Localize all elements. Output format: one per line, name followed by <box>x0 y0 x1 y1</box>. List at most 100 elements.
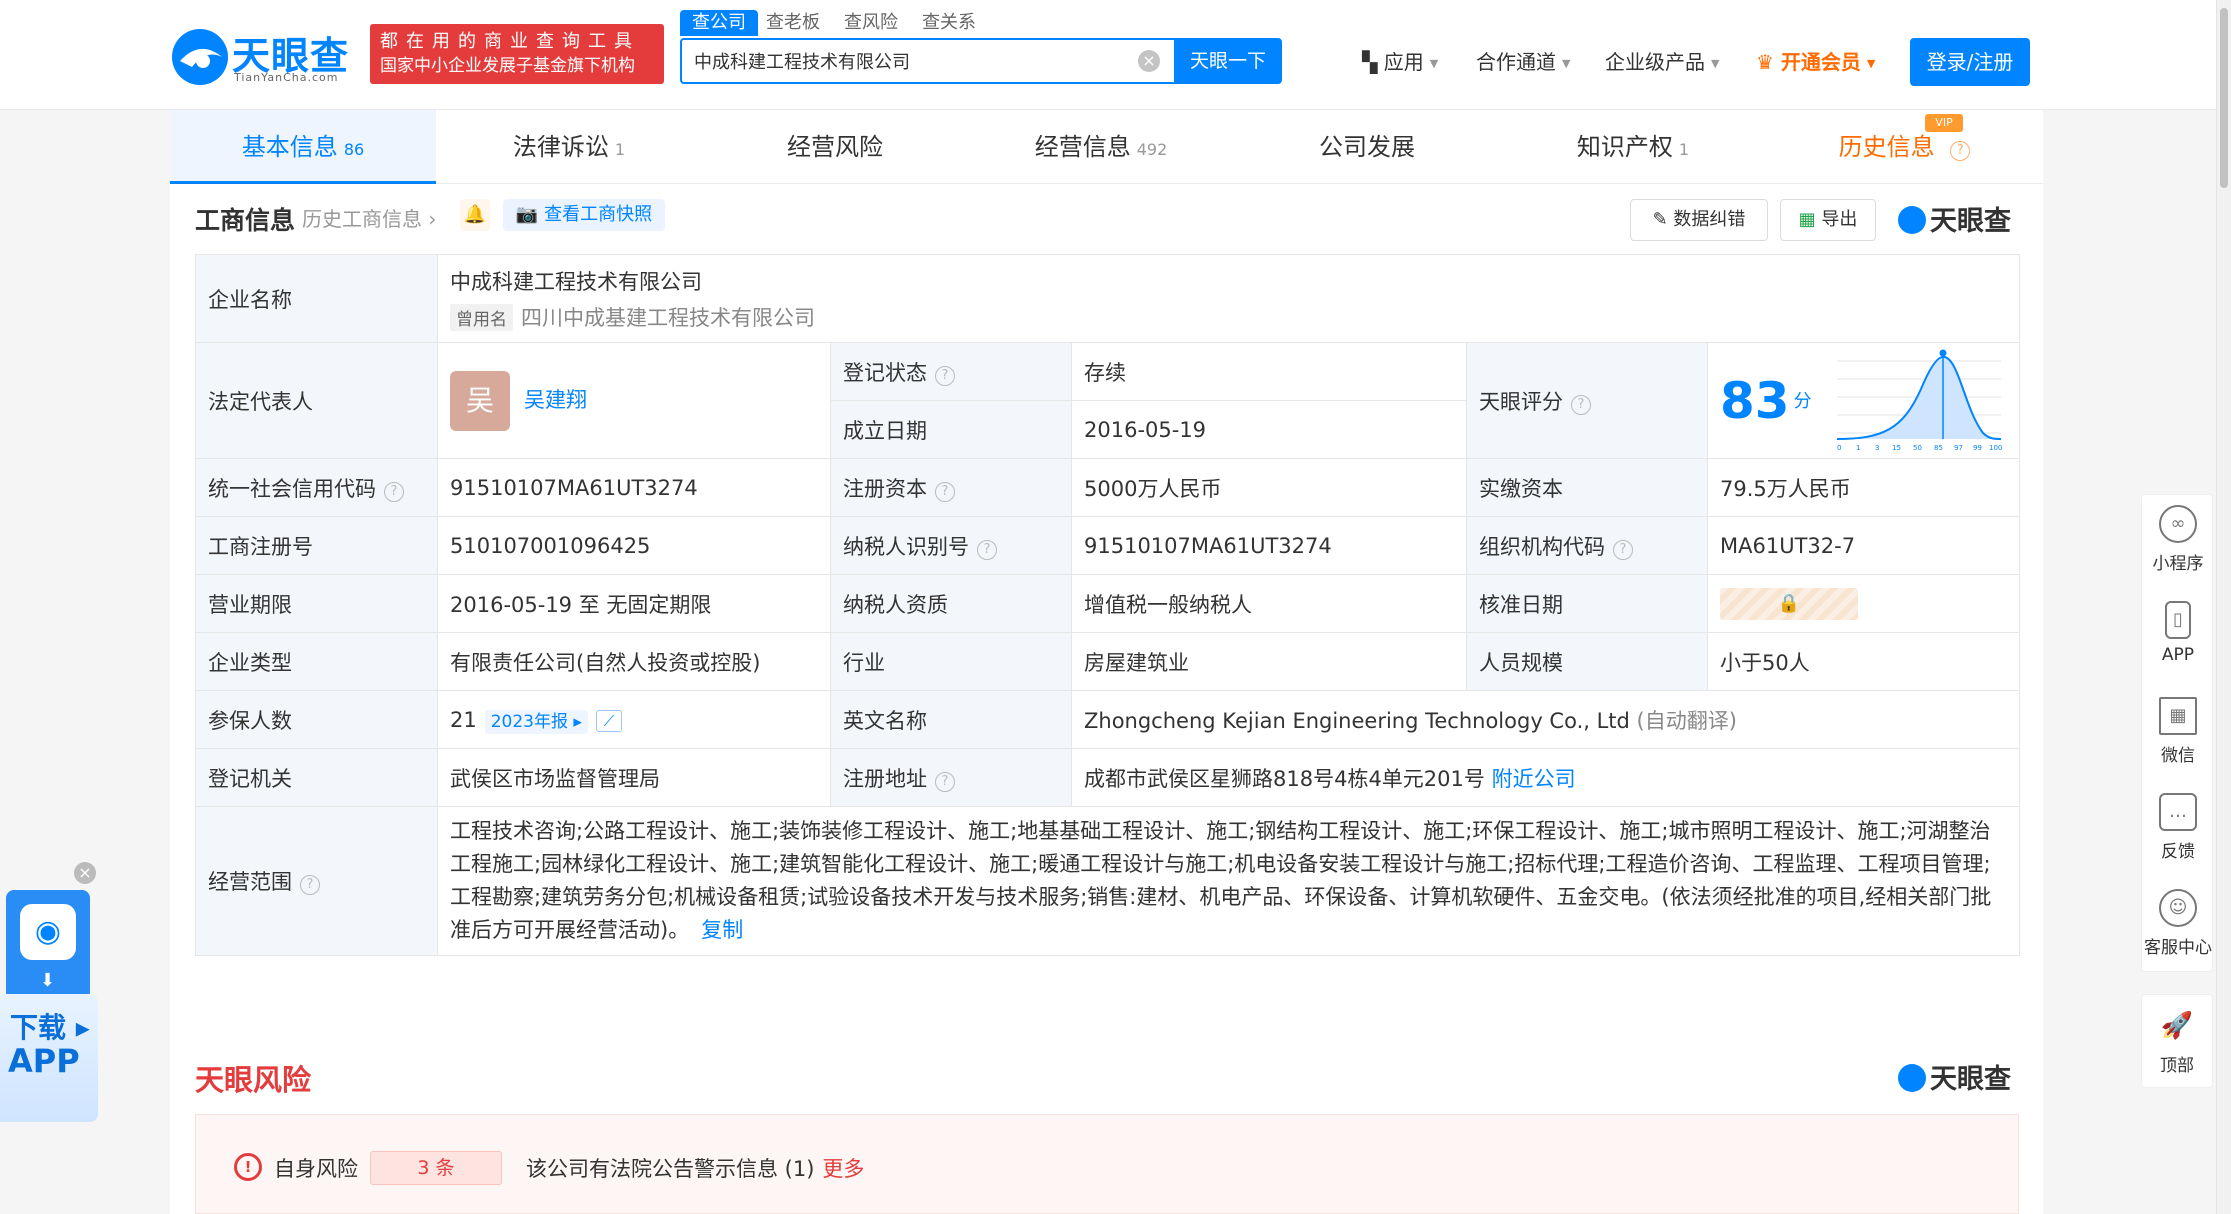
help-icon[interactable]: ? <box>935 481 955 502</box>
nav-cooperation[interactable]: 合作通道 ▼ <box>1476 46 1570 75</box>
download-app-widget[interactable]: ◉ ⬇ 下载 ▸ APP <box>0 890 98 1130</box>
sidebar-label: APP <box>2161 645 2195 665</box>
help-icon[interactable]: ? <box>935 365 955 386</box>
logo-eye-icon <box>1898 206 1926 234</box>
authority-label: 登记机关 <box>195 748 438 807</box>
back-to-top-button[interactable]: 🚀 顶部 <box>2141 994 2213 1088</box>
help-icon[interactable]: ? <box>300 875 320 895</box>
customer-service-icon: ☺ <box>2159 889 2197 927</box>
search-tab-company[interactable]: 查公司 <box>680 10 758 36</box>
history-business-link[interactable]: 历史工商信息 › <box>302 203 436 232</box>
scope-label-text: 经营范围 <box>208 870 292 894</box>
table-row: 企业类型 有限责任公司(自然人投资或控股) 行业 房屋建筑业 人员规模 小于50… <box>195 632 2020 691</box>
sidebar-item-wechat[interactable]: ▦ 微信 <box>2142 697 2214 766</box>
taxpayer-id-label-text: 纳税人识别号 <box>843 534 969 559</box>
tab-operation-info[interactable]: 经营信息 492 <box>968 110 1234 184</box>
risk-more-link[interactable]: 更多 <box>822 1157 864 1181</box>
crown-icon: ♛ <box>1756 50 1774 74</box>
feedback-icon: … <box>2159 793 2197 831</box>
legal-rep-link[interactable]: 吴建翔 <box>524 388 587 412</box>
company-type: 有限责任公司(自然人投资或控股) <box>437 632 831 691</box>
chevron-down-icon: ▼ <box>1429 57 1439 70</box>
reg-capital-label-text: 注册资本 <box>843 476 927 501</box>
snapshot-button[interactable]: 📷 查看工商快照 <box>503 199 665 231</box>
credit-code-label: 统一社会信用代码? <box>195 458 438 517</box>
trend-chart-icon[interactable]: ⟋ <box>595 710 622 732</box>
tab-label: 历史信息 <box>1838 133 1935 161</box>
search-tab-relation[interactable]: 查关系 <box>922 10 976 36</box>
search-button[interactable]: 天眼一下 <box>1174 38 1282 84</box>
lock-icon[interactable]: 🔒 <box>1720 587 1858 620</box>
sidebar-item-customer-service[interactable]: ☺ 客服中心 <box>2142 889 2214 958</box>
sidebar-item-app[interactable]: ▯ APP <box>2142 601 2214 665</box>
tab-legal[interactable]: 法律诉讼 1 <box>436 110 702 184</box>
logo[interactable]: 天眼查 TianYanCha.com <box>170 27 360 87</box>
tab-history[interactable]: 历史信息 ? <box>1766 110 2043 184</box>
nav-enterprise[interactable]: 企业级产品 ▼ <box>1605 46 1719 75</box>
credit-code-label-text: 统一社会信用代码 <box>208 476 376 501</box>
approve-date-label: 核准日期 <box>1466 574 1708 633</box>
reg-no-label: 工商注册号 <box>195 516 438 575</box>
tab-label: 公司发展 <box>1319 133 1415 161</box>
sidebar-item-mini-program[interactable]: ∞ 小程序 <box>2142 505 2214 574</box>
help-icon[interactable]: ? <box>977 539 997 560</box>
scope-cell: 工程技术咨询;公路工程设计、施工;装饰装修工程设计、施工;地基基础工程设计、施工… <box>437 806 2020 956</box>
help-icon[interactable]: ? <box>384 481 404 502</box>
self-risk-label: 自身风险 <box>274 1157 358 1181</box>
bell-icon[interactable]: 🔔 <box>460 199 490 231</box>
nav-apps[interactable]: ▚ 应用 ▼ <box>1362 46 1438 75</box>
search-input[interactable] <box>682 40 1102 82</box>
table-row: 经营范围? 工程技术咨询;公路工程设计、施工;装饰装修工程设计、施工;地基基础工… <box>195 806 2020 956</box>
clear-icon[interactable]: × <box>1138 50 1160 72</box>
data-correct-label: 数据纠错 <box>1673 209 1746 230</box>
search-tab-boss[interactable]: 查老板 <box>766 10 820 36</box>
camera-icon: 📷 <box>515 204 539 225</box>
annual-report-link[interactable]: 2023年报 ▸ <box>484 710 588 734</box>
help-icon[interactable]: ? <box>1613 539 1633 560</box>
nav-enterprise-label: 企业级产品 <box>1605 50 1705 74</box>
chevron-down-icon: ▼ <box>1866 57 1876 70</box>
section-title: 工商信息 <box>195 206 296 235</box>
grid-icon: ▚ <box>1362 50 1378 74</box>
org-code-label-text: 组织机构代码 <box>1479 534 1605 559</box>
former-name-tag: 曾用名 <box>450 303 513 331</box>
score-cell[interactable]: 83 分 0 1 3 15 50 85 97 99 100 <box>1707 342 2020 459</box>
help-icon[interactable]: ? <box>1571 394 1591 415</box>
copy-link[interactable]: 复制 <box>701 918 743 942</box>
est-date-label: 成立日期 <box>830 400 1072 459</box>
logo-eye-icon <box>1898 1064 1926 1092</box>
vip-badge: VIP <box>1925 114 1963 132</box>
nearby-companies-link[interactable]: 附近公司 <box>1492 767 1576 791</box>
nav-vip-label: 开通会员 <box>1780 50 1861 74</box>
login-button[interactable]: 登录/注册 <box>1910 38 2030 86</box>
tab-operation-risk[interactable]: 经营风险 <box>702 110 968 184</box>
slogan-line-1: 都在用的商业查询工具 <box>380 31 640 52</box>
search-tab-risk[interactable]: 查风险 <box>844 10 898 36</box>
help-icon[interactable]: ? <box>935 771 955 792</box>
page-scrollbar[interactable] <box>2216 0 2231 1214</box>
chart-tick: 50 <box>1913 444 1922 452</box>
table-row: 参保人数 21 2023年报 ▸ ⟋ 英文名称 Zhongcheng Kejian … <box>195 690 2020 749</box>
export-label: 导出 <box>1821 209 1858 230</box>
sidebar-label: 小程序 <box>2152 554 2204 574</box>
slogan-line-2: 国家中小企业发展子基金旗下机构 <box>380 56 635 76</box>
tab-label: 法律诉讼 <box>512 133 609 161</box>
risk-count-badge[interactable]: 3 条 <box>370 1151 502 1185</box>
snapshot-label: 查看工商快照 <box>544 204 653 225</box>
english-name-cell: Zhongcheng Kejian Engineering Technology… <box>1071 690 2020 749</box>
tab-basic-info[interactable]: 基本信息 86 <box>170 110 436 184</box>
download-line-1: 下载 <box>10 1011 67 1044</box>
risk-box: ! 自身风险 3 条 该公司有法院公告警示信息 (1) 更多 <box>195 1114 2019 1214</box>
close-icon[interactable]: × <box>74 862 96 884</box>
tab-development[interactable]: 公司发展 <box>1234 110 1500 184</box>
data-correct-button[interactable]: ✎ 数据纠错 <box>1630 199 1768 241</box>
avatar[interactable]: 吴 <box>450 370 510 431</box>
nav-vip[interactable]: ♛ 开通会员 ▼ <box>1756 46 1875 75</box>
excel-icon: ▦ <box>1798 209 1816 230</box>
export-button[interactable]: ▦ 导出 <box>1780 199 1876 241</box>
scrollbar-thumb[interactable] <box>2220 8 2228 188</box>
page: 天眼查 TianYanCha.com 都在用的商业查询工具 国家中小企业发展子基… <box>0 0 2216 1214</box>
sidebar-item-feedback[interactable]: … 反馈 <box>2142 793 2214 862</box>
tab-ip[interactable]: 知识产权 1 <box>1500 110 1766 184</box>
insured-count: 21 <box>450 708 477 732</box>
